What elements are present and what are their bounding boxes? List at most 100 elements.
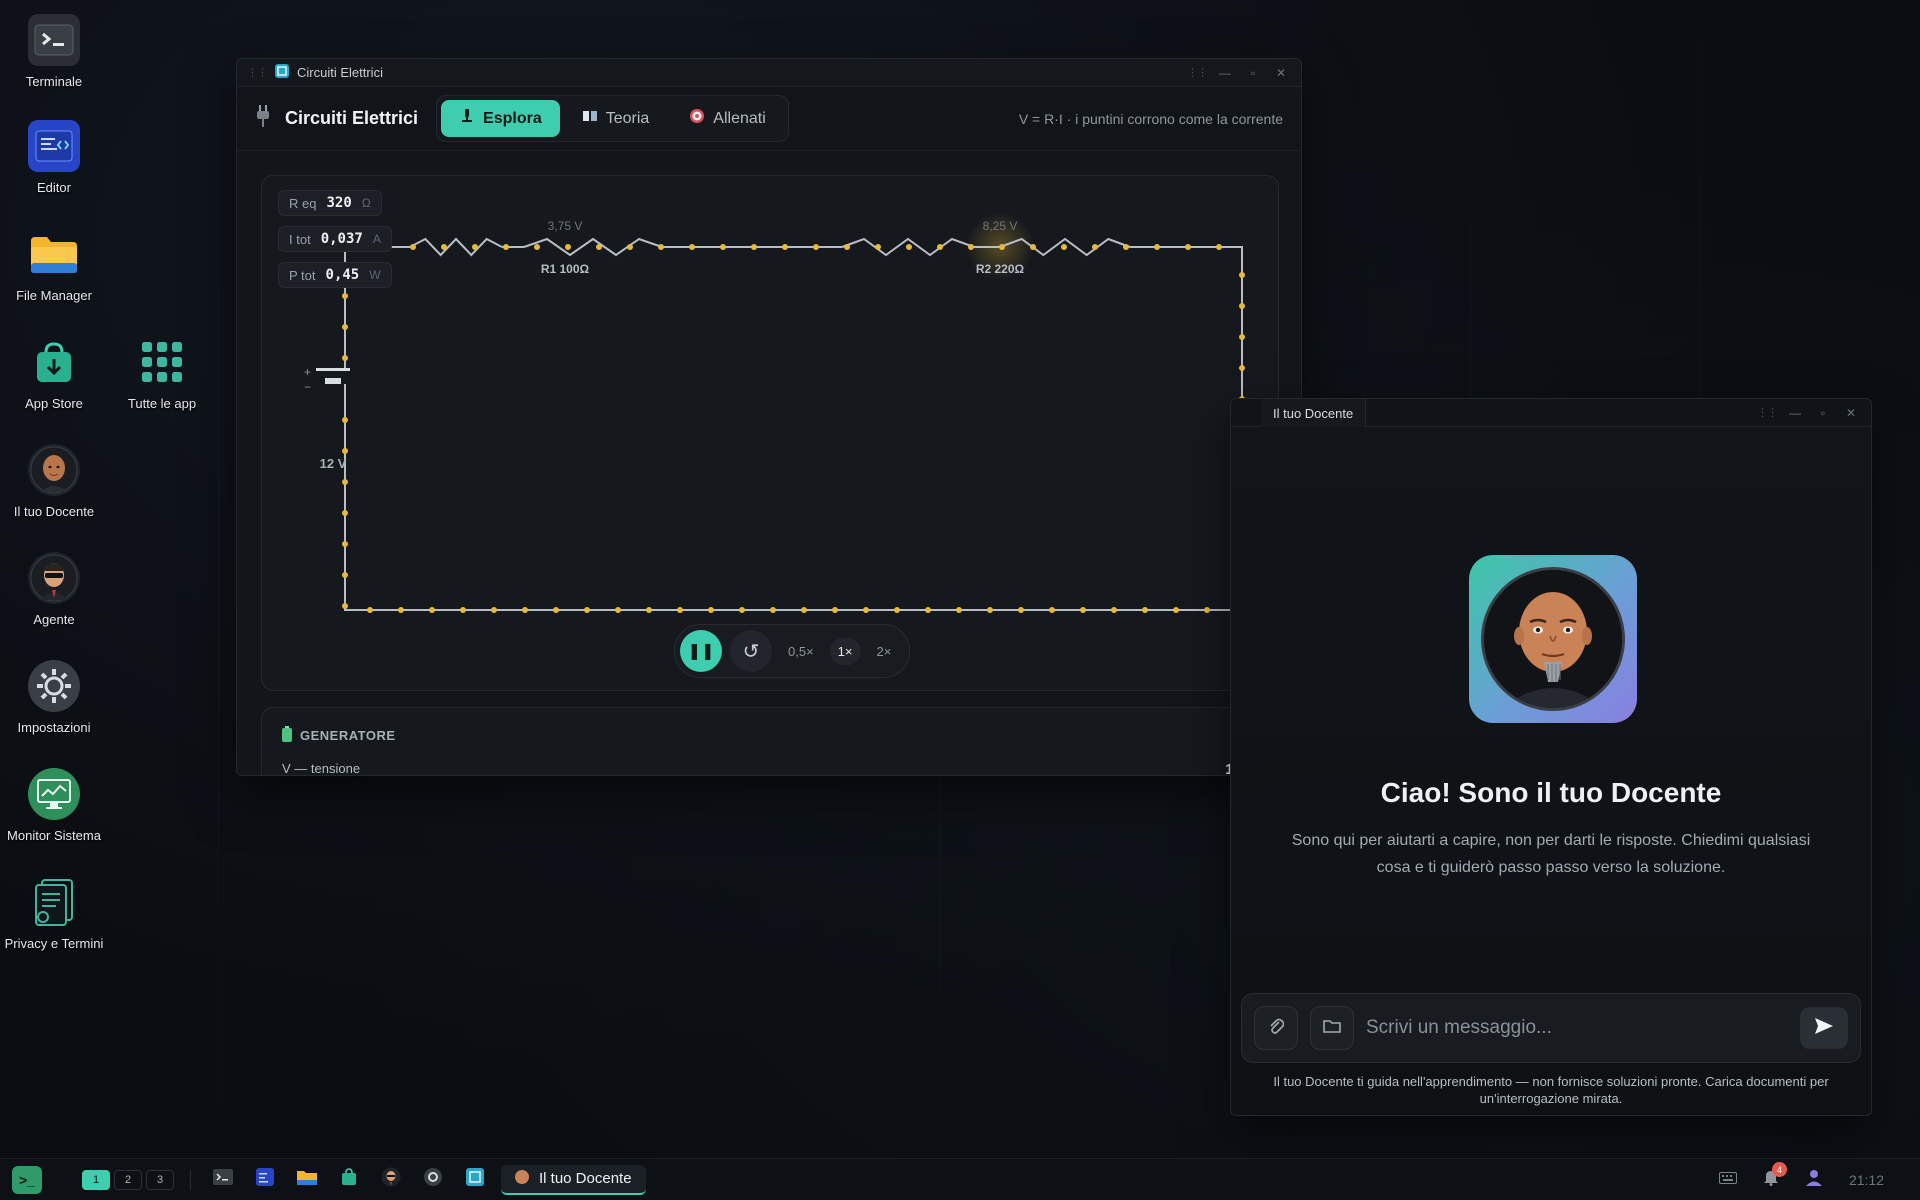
maximize-icon[interactable]: ▫	[1243, 66, 1263, 80]
battery-icon	[282, 726, 292, 745]
tutor-window[interactable]: ⋮⋮ — ▫ ✕ Il tuo Docente Ciao! Sono il tu…	[1230, 398, 1872, 1116]
taskbar-settings[interactable]	[417, 1165, 449, 1195]
minimize-icon[interactable]: —	[1215, 66, 1235, 80]
workspace-2[interactable]: 2	[114, 1169, 142, 1190]
electron-dot	[999, 244, 1005, 250]
workspace-1[interactable]: 1	[82, 1169, 110, 1190]
agent-avatar-icon	[381, 1167, 401, 1192]
stat-req: R eq 320 Ω	[278, 190, 382, 216]
circuit-window[interactable]: ⋮⋮ Circuiti Elettrici ⋮⋮ — ▫ ✕ Circuiti …	[236, 58, 1302, 776]
electron-dot	[658, 244, 664, 250]
electron-dot	[615, 607, 621, 613]
reset-button[interactable]: ↺	[730, 630, 772, 672]
terminal-icon	[213, 1169, 233, 1190]
minimize-icon[interactable]: —	[1785, 406, 1805, 420]
speed-2x-button[interactable]: 2×	[869, 638, 900, 665]
circuit-canvas[interactable]: + − 12 V 3,75 V R1 100Ω 8,25 V R2 220Ω R…	[261, 175, 1279, 691]
start-button[interactable]: >_	[12, 1165, 42, 1194]
electron-dot	[1204, 607, 1210, 613]
electron-dot	[1092, 244, 1098, 250]
taskbar-agent[interactable]	[375, 1165, 407, 1195]
desktop-icon-label: Monitor Sistema	[7, 828, 101, 843]
workspace-3[interactable]: 3	[146, 1169, 174, 1190]
taskbar-file-manager[interactable]	[291, 1165, 323, 1195]
keyboard-icon[interactable]	[1718, 1171, 1737, 1189]
document-list-icon	[28, 876, 80, 928]
desktop-icon-settings[interactable]: Impostazioni	[4, 660, 104, 736]
gear-icon	[423, 1167, 443, 1192]
tab-allenati[interactable]: Allenati	[671, 100, 783, 137]
pause-button[interactable]: ❚❚	[680, 630, 722, 672]
folder-button[interactable]	[1310, 1006, 1354, 1050]
desktop-icon-privacy[interactable]: Privacy e Termini	[4, 876, 104, 952]
notifications-button[interactable]: 4	[1763, 1162, 1787, 1191]
taskbar-circuits[interactable]	[459, 1165, 491, 1195]
close-icon[interactable]: ✕	[1841, 406, 1861, 420]
workspace-switcher: 1 2 3	[82, 1169, 174, 1190]
electron-dot	[689, 244, 695, 250]
send-button[interactable]	[1800, 1007, 1848, 1049]
desktop-icon-file-manager[interactable]: File Manager	[4, 228, 104, 304]
electron-dot	[894, 607, 900, 613]
desktop-icon-terminal[interactable]: Terminale	[4, 14, 104, 90]
drag-handle-icon[interactable]: ⋮⋮	[247, 66, 268, 79]
electron-dot	[956, 607, 962, 613]
tab-label: Allenati	[713, 109, 766, 127]
desktop-icon-app-store[interactable]: App Store	[4, 336, 104, 412]
wire-segment	[523, 237, 663, 257]
app-title: Circuiti Elettrici	[285, 108, 419, 128]
electron-dot	[1123, 244, 1129, 250]
electron-dot	[875, 244, 881, 250]
stat-value: 0,45	[325, 267, 360, 283]
taskbar-active-tutor[interactable]: Il tuo Docente	[501, 1164, 646, 1195]
taskbar-editor[interactable]	[249, 1165, 281, 1195]
start-menu-icon: >_	[19, 1171, 35, 1188]
electron-dot	[708, 607, 714, 613]
voltage-label: V — tensione	[282, 761, 361, 776]
electron-dot	[1030, 244, 1036, 250]
electron-dot	[1239, 303, 1245, 309]
code-editor-icon	[256, 1168, 274, 1191]
tab-esplora[interactable]: Esplora	[441, 100, 560, 137]
maximize-icon[interactable]: ▫	[1813, 406, 1833, 420]
user-avatar-icon[interactable]	[1805, 1168, 1823, 1191]
electron-dot	[844, 244, 850, 250]
electron-dot	[1239, 272, 1245, 278]
electron-dot	[342, 293, 348, 299]
tutor-window-tab[interactable]: Il tuo Docente	[1261, 399, 1367, 427]
notification-badge: 4	[1771, 1162, 1787, 1177]
attach-button[interactable]	[1254, 1006, 1298, 1050]
book-icon	[582, 109, 598, 128]
taskbar-app-store[interactable]	[333, 1165, 365, 1195]
electron-dot	[342, 355, 348, 361]
electron-dot	[503, 244, 509, 250]
electron-dot	[342, 541, 348, 547]
shopping-bag-icon	[28, 336, 80, 388]
tab-teoria[interactable]: Teoria	[564, 100, 668, 137]
electron-dot	[832, 607, 838, 613]
electron-dot	[472, 244, 478, 250]
close-icon[interactable]: ✕	[1271, 66, 1291, 80]
agent-avatar-icon	[28, 552, 80, 604]
electron-dot	[1154, 244, 1160, 250]
desktop-icon-tutor[interactable]: Il tuo Docente	[4, 444, 104, 520]
battery-symbol	[316, 368, 350, 384]
desktop-icon-editor[interactable]: Editor	[4, 120, 104, 196]
desktop-icon-agent[interactable]: Agente	[4, 552, 104, 628]
desktop-icon-all-apps[interactable]: Tutte le app	[112, 336, 212, 412]
taskbar-terminal[interactable]	[207, 1165, 239, 1195]
speed-half-button[interactable]: 0,5×	[780, 638, 822, 665]
desktop-icon-label: Agente	[33, 612, 75, 627]
circuit-window-titlebar[interactable]: ⋮⋮ Circuiti Elettrici ⋮⋮ — ▫ ✕	[237, 59, 1301, 87]
drag-handle-icon[interactable]: ⋮⋮	[1757, 406, 1778, 419]
electron-dot	[1185, 244, 1191, 250]
stat-unit: A	[372, 232, 381, 246]
message-input[interactable]	[1366, 1017, 1788, 1039]
stat-itot: I tot 0,037 A	[278, 226, 392, 252]
taskbar-separator	[190, 1168, 191, 1191]
drag-handle-icon[interactable]: ⋮⋮	[1187, 66, 1208, 79]
electron-dot	[441, 244, 447, 250]
electron-dot	[739, 607, 745, 613]
desktop-icon-system-monitor[interactable]: Monitor Sistema	[4, 768, 104, 844]
speed-1x-button[interactable]: 1×	[829, 637, 861, 665]
